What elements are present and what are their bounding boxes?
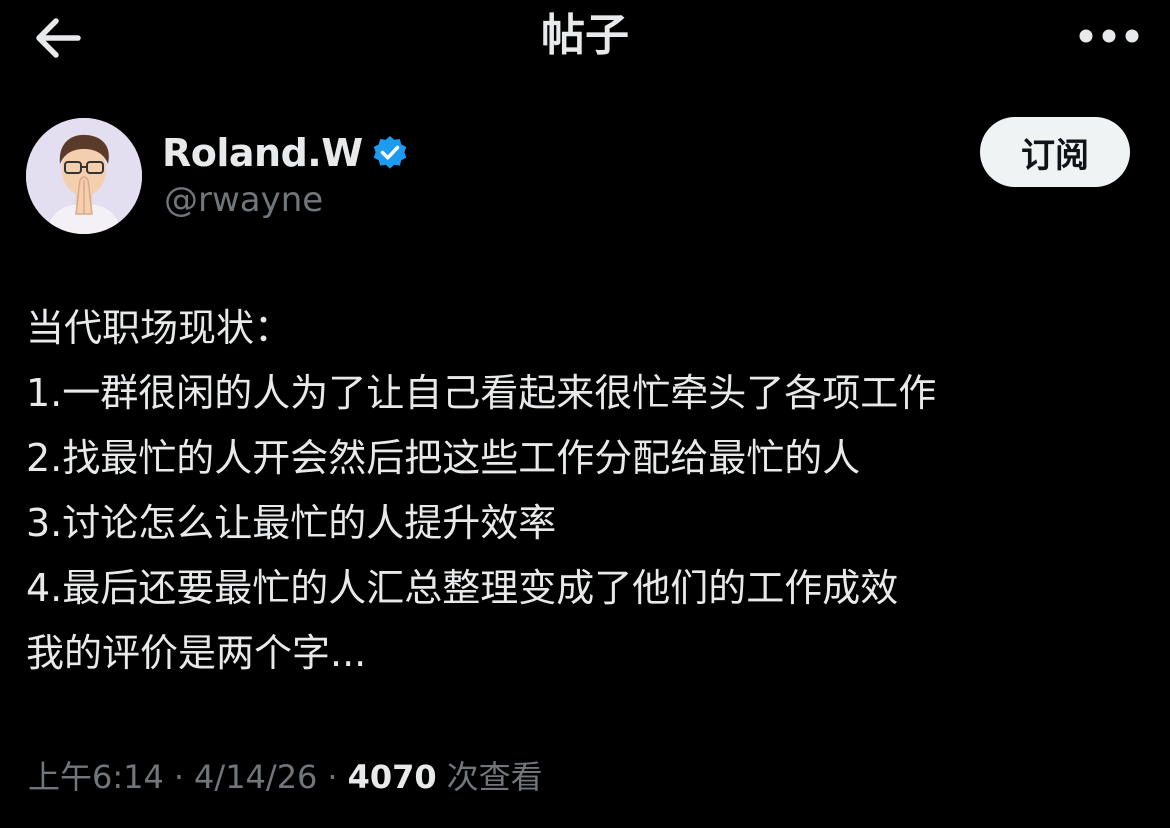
post-line: 1.一群很闲的人为了让自己看起来很忙牵头了各项工作 (26, 371, 937, 415)
post-metadata: 上午6:14 · 4/14/26 · 4070 次查看 (28, 752, 543, 798)
subscribe-button[interactable]: 订阅 (980, 117, 1130, 187)
meta-separator: · (173, 758, 185, 796)
verified-badge-icon (373, 136, 406, 169)
more-options-button[interactable] (1072, 16, 1146, 56)
memoji-avatar-icon (26, 118, 142, 234)
views-label: 次查看 (446, 758, 543, 796)
author-header: Roland.W @rwayne 订阅 (0, 108, 1170, 248)
post-line: 当代职场现状： (26, 306, 293, 350)
post-line: 2.找最忙的人开会然后把这些工作分配给最忙的人 (26, 436, 861, 480)
back-button[interactable] (28, 12, 88, 64)
avatar[interactable] (26, 118, 142, 234)
post-time[interactable]: 上午6:14 (28, 752, 164, 798)
page-title: 帖子 (541, 10, 629, 61)
post-text: 当代职场现状： 1.一群很闲的人为了让自己看起来很忙牵头了各项工作 2.找最忙的… (26, 296, 1146, 686)
post-line: 4.最后还要最忙的人汇总整理变成了他们的工作成效 (26, 566, 899, 610)
meta-separator: · (327, 758, 338, 796)
author-name-row[interactable]: Roland.W (162, 128, 409, 178)
post-line: 我的评价是两个字... (26, 631, 367, 675)
display-name: Roland.W (162, 131, 363, 175)
author-handle[interactable]: @rwayne (164, 180, 323, 220)
arrow-left-icon (36, 18, 81, 58)
post-line: 3.讨论怎么让最忙的人提升效率 (26, 501, 557, 545)
post-date[interactable]: 4/14/26 (194, 758, 317, 796)
top-bar: 帖子 (0, 0, 1170, 76)
views-count[interactable]: 4070 (348, 758, 437, 796)
more-horizontal-icon (1079, 29, 1139, 43)
